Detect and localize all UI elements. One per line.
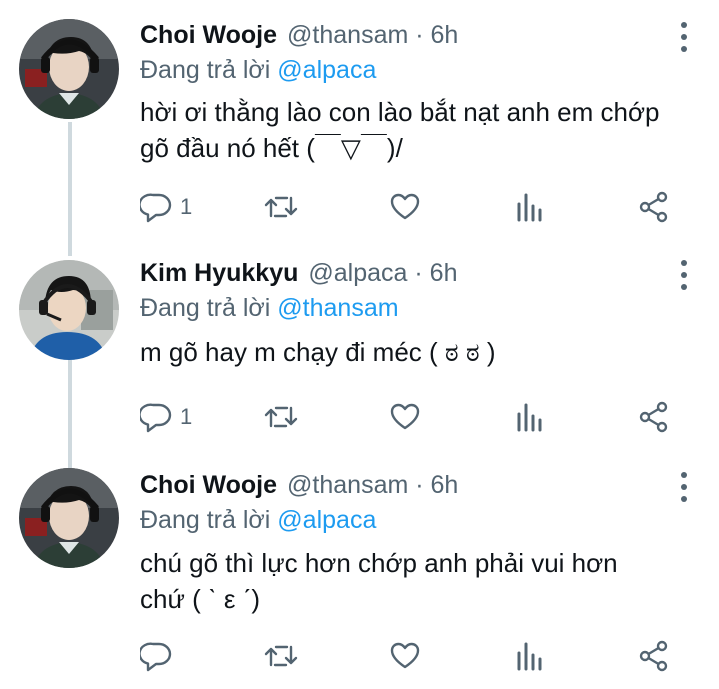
handle-and-time: @alpaca · 6h <box>308 259 458 287</box>
display-name[interactable]: Kim Hyukkyu <box>140 259 298 287</box>
tweet[interactable]: Choi Wooje @thansam · 6h Đang trả lời @al… <box>0 460 719 689</box>
replying-to-handle[interactable]: @alpaca <box>277 506 376 534</box>
avatar[interactable] <box>19 260 119 360</box>
share-button[interactable] <box>638 639 670 673</box>
share-button[interactable] <box>638 190 670 224</box>
like-button[interactable] <box>389 400 421 434</box>
replying-to-label: Đang trả lời <box>140 56 271 84</box>
avatar[interactable] <box>19 468 119 568</box>
tweet[interactable]: Kim Hyukkyu @alpaca · 6h Đang trả lời @th… <box>0 245 719 460</box>
views-icon <box>517 193 542 222</box>
retweet-button[interactable] <box>264 639 298 673</box>
views-button[interactable] <box>516 639 544 673</box>
display-name[interactable]: Choi Wooje <box>140 21 277 49</box>
replying-to: Đang trả lời @thansam <box>140 292 399 324</box>
replying-to: Đang trả lời @alpaca <box>140 504 376 536</box>
share-icon <box>639 640 668 672</box>
handle-and-time: @thansam · 6h <box>287 471 459 499</box>
reply-count: 1 <box>180 404 193 429</box>
retweet-button[interactable] <box>264 190 298 224</box>
share-button[interactable] <box>638 400 670 434</box>
tweet-text: hời ơi thằng lào con lào bắt nạt anh em … <box>140 97 660 163</box>
like-button[interactable] <box>389 190 421 224</box>
replying-to-label: Đang trả lời <box>140 294 271 322</box>
more-options-icon[interactable] <box>679 260 689 290</box>
replying-to: Đang trả lời @alpaca <box>140 54 376 86</box>
like-button[interactable] <box>389 639 421 673</box>
tweet-text: m gõ hay m chạy đi méc ( ಠ ಠ ) <box>140 337 496 367</box>
reply-button[interactable] <box>140 639 180 673</box>
user-handle[interactable]: @thansam <box>287 21 408 49</box>
tweet-text: chú gõ thì lực hơn chớp anh phải vui hơn… <box>140 548 618 614</box>
like-icon <box>390 642 420 669</box>
display-name[interactable]: Choi Wooje <box>140 471 277 499</box>
replying-to-label: Đang trả lời <box>140 506 271 534</box>
views-button[interactable] <box>516 400 544 434</box>
views-icon <box>517 403 542 432</box>
more-options-icon[interactable] <box>679 22 689 52</box>
share-icon <box>639 401 668 433</box>
replying-to-handle[interactable]: @thansam <box>277 294 398 322</box>
like-icon <box>390 193 420 220</box>
timestamp[interactable]: 6h <box>430 259 458 287</box>
action-bar: 1 <box>0 400 719 434</box>
share-icon <box>639 191 668 223</box>
like-icon <box>390 403 420 430</box>
reply-icon <box>140 193 172 223</box>
reply-icon <box>140 642 172 672</box>
user-handle[interactable]: @thansam <box>287 471 408 499</box>
views-button[interactable] <box>516 190 544 224</box>
reply-button[interactable]: 1 <box>140 400 192 434</box>
avatar[interactable] <box>19 19 119 119</box>
retweet-button[interactable] <box>264 400 298 434</box>
tweet[interactable]: Choi Wooje @thansam · 6h Đang trả lời @al… <box>0 0 719 245</box>
handle-and-time: @thansam · 6h <box>287 21 459 49</box>
action-bar: 1 <box>0 190 719 224</box>
more-options-icon[interactable] <box>679 472 689 502</box>
retweet-icon <box>264 196 298 218</box>
reply-icon <box>140 403 172 433</box>
timestamp[interactable]: 6h <box>431 471 459 499</box>
action-bar <box>0 639 719 673</box>
views-icon <box>517 642 542 671</box>
reply-count: 1 <box>180 194 193 219</box>
reply-button[interactable]: 1 <box>140 190 192 224</box>
user-handle[interactable]: @alpaca <box>308 259 407 287</box>
retweet-icon <box>264 645 298 667</box>
retweet-icon <box>264 406 298 428</box>
replying-to-handle[interactable]: @alpaca <box>277 56 376 84</box>
timestamp[interactable]: 6h <box>431 21 459 49</box>
